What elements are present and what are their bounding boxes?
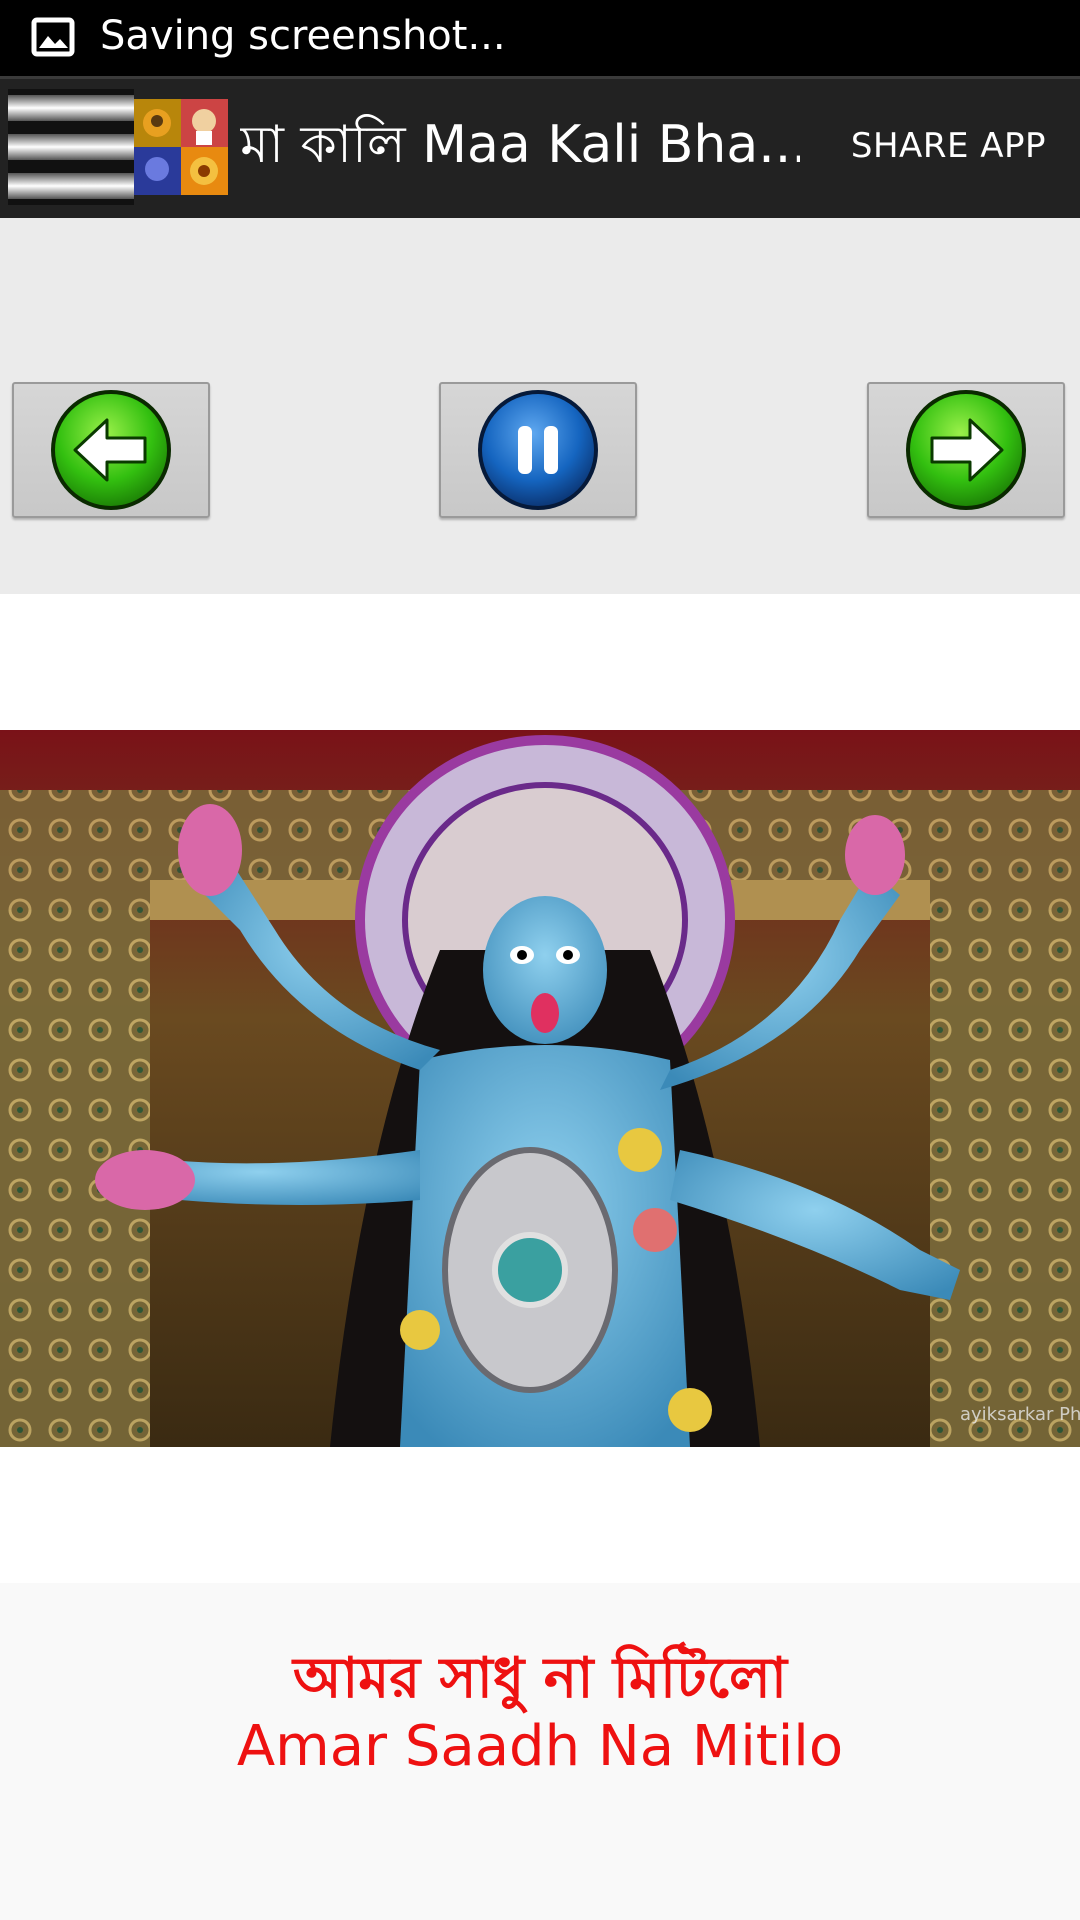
drawer-toggle-button[interactable] <box>8 89 134 205</box>
hamburger-menu-icon <box>8 89 134 205</box>
kali-idol-image: ayiksarkar Photography <box>0 730 1080 1447</box>
pause-button[interactable] <box>439 382 637 518</box>
song-caption: আমর সাধু না মিটিলো Amar Saadh Na Mitilo <box>0 1583 1080 1920</box>
image-icon <box>31 17 75 57</box>
song-title-english: Amar Saadh Na Mitilo <box>236 1714 844 1779</box>
status-bar: Saving screenshot... <box>0 0 1080 76</box>
player-controls <box>0 218 1080 594</box>
image-watermark: ayiksarkar Photography <box>960 1404 1080 1425</box>
arrow-left-icon <box>51 390 171 510</box>
next-button[interactable] <box>867 382 1065 518</box>
action-bar: মা কালি Maa Kali Bha... SHARE APP <box>0 76 1080 218</box>
arrow-right-icon <box>906 390 1026 510</box>
song-title-bengali: আমর সাধু না মিটিলো <box>292 1646 788 1711</box>
status-text: Saving screenshot... <box>100 13 506 59</box>
share-app-button[interactable]: SHARE APP <box>851 123 1046 169</box>
app-title: মা কালি Maa Kali Bha... <box>240 115 800 175</box>
app-logo-icon <box>134 99 228 195</box>
previous-button[interactable] <box>12 382 210 518</box>
pause-icon <box>478 390 598 510</box>
